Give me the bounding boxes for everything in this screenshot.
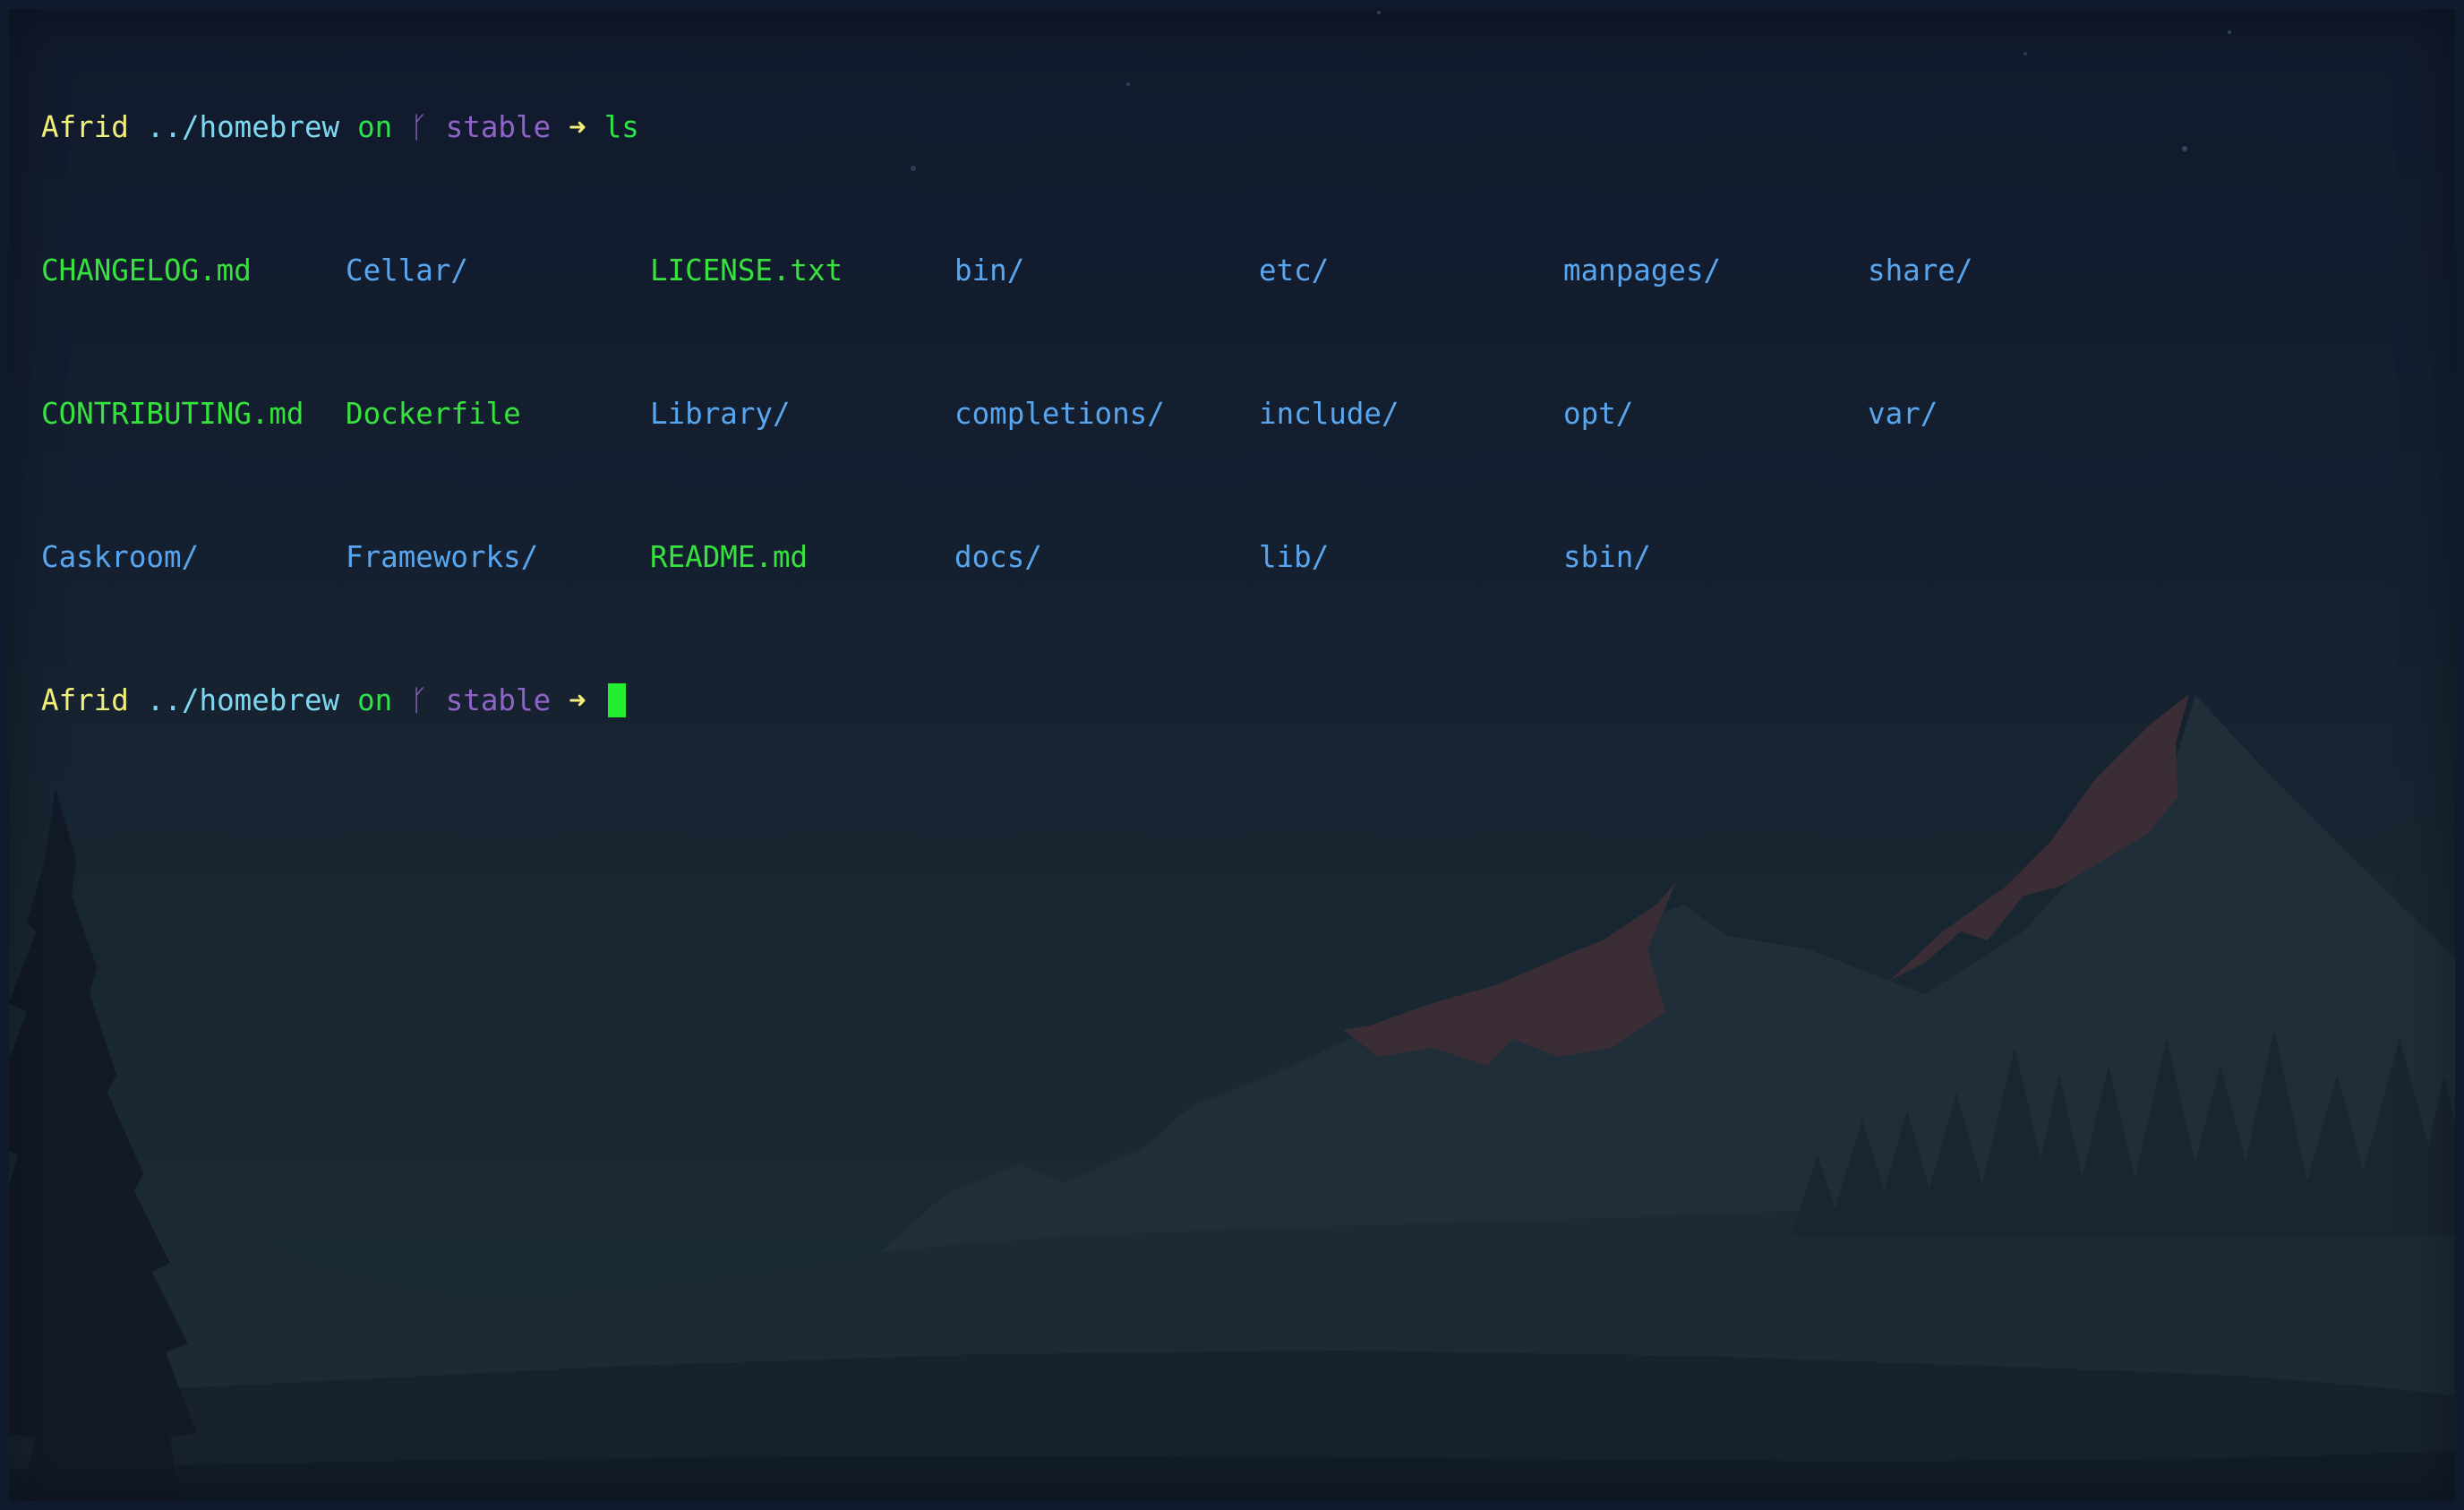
directory-entry: bin/ <box>954 253 1025 287</box>
directory-entry: etc/ <box>1259 253 1330 287</box>
prompt-arrow-icon: ➜ <box>569 110 586 144</box>
prompt-line: Afrid ../homebrew on ᚴ stable ➜ <box>41 682 2172 718</box>
edge-glow-left <box>0 466 9 1469</box>
directory-entry: lib/ <box>1259 540 1330 574</box>
listing-row: Caskroom/Frameworks/README.md docs/lib/sb… <box>41 539 2172 575</box>
prompt-user: Afrid <box>41 683 129 717</box>
file-entry: LICENSE.txt <box>650 253 843 287</box>
prompt-user: Afrid <box>41 110 129 144</box>
prompt-path: ../homebrew <box>146 683 340 717</box>
directory-entry: sbin/ <box>1563 540 1651 574</box>
terminal-window[interactable]: Afrid ../homebrew on ᚴ stable ➜ ls CHANGELOG.m… <box>0 0 2464 1510</box>
listing-row: CHANGELOG.md Cellar/LICENSE.txt bin/etc/ma… <box>41 253 2172 288</box>
prompt-path: ../homebrew <box>146 110 340 144</box>
prompt-on: on <box>357 683 393 717</box>
directory-entry: Caskroom/ <box>41 540 200 574</box>
directory-entry: manpages/ <box>1563 253 1722 287</box>
file-entry: CHANGELOG.md <box>41 253 252 287</box>
directory-entry: var/ <box>1868 397 1938 431</box>
directory-entry: Library/ <box>650 397 791 431</box>
directory-entry: completions/ <box>954 397 1165 431</box>
text-cursor[interactable] <box>607 683 626 717</box>
git-branch-icon: ᚴ <box>410 683 428 717</box>
directory-entry: share/ <box>1868 253 1973 287</box>
file-entry: Dockerfile <box>346 397 521 431</box>
star <box>2182 146 2187 151</box>
star <box>2228 30 2231 34</box>
directory-entry: Frameworks/ <box>346 540 539 574</box>
git-branch-icon: ᚴ <box>410 110 428 144</box>
directory-entry: include/ <box>1259 397 1399 431</box>
file-entry: CONTRIBUTING.md <box>41 397 304 431</box>
pine-tree-left <box>0 788 197 1510</box>
listing-row: CONTRIBUTING.md Dockerfile Library/complet… <box>41 396 2172 432</box>
terminal-output[interactable]: Afrid ../homebrew on ᚴ stable ➜ ls CHANGELOG.m… <box>41 38 2172 790</box>
prompt-line: Afrid ../homebrew on ᚴ stable ➜ ls <box>41 109 2172 145</box>
directory-entry: docs/ <box>954 540 1042 574</box>
prompt-arrow-icon: ➜ <box>569 683 586 717</box>
directory-entry: opt/ <box>1563 397 1634 431</box>
command-text: ls <box>603 110 639 144</box>
directory-entry: Cellar/ <box>346 253 468 287</box>
star <box>1377 11 1381 14</box>
edge-glow-right <box>2457 967 2464 1379</box>
prompt-branch: stable <box>445 110 552 144</box>
file-entry: README.md <box>650 540 808 574</box>
prompt-branch: stable <box>445 683 552 717</box>
prompt-on: on <box>357 110 393 144</box>
